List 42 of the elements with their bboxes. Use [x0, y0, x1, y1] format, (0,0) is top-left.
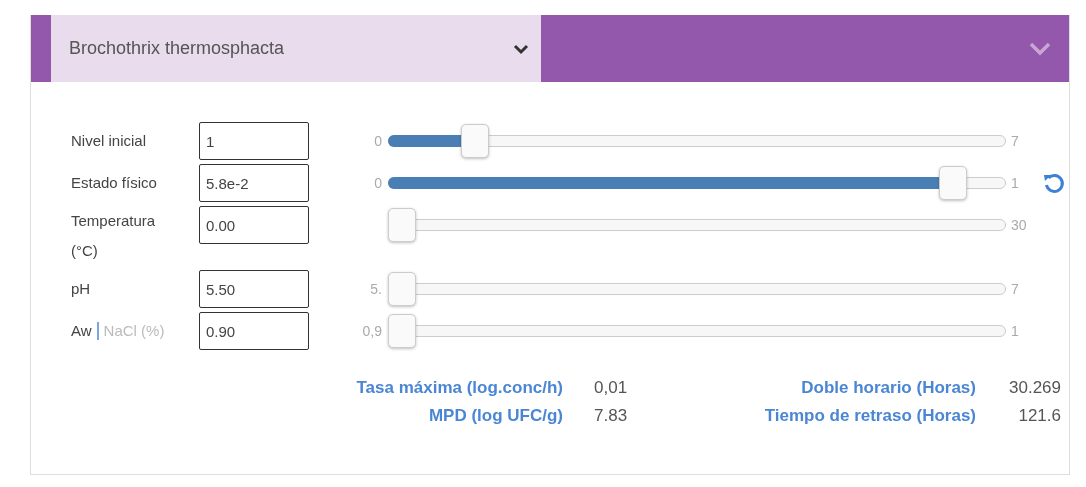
slider-thumb[interactable]: [939, 166, 968, 200]
slider-max-label: 7: [1011, 281, 1019, 297]
slider-min-label: 0: [374, 133, 382, 149]
chevron-down-icon[interactable]: [1029, 41, 1051, 56]
slider-min-label: 0,9: [362, 323, 382, 339]
slider[interactable]: [388, 272, 1006, 306]
input-field[interactable]: 5.8e-2: [199, 164, 309, 202]
slider-thumb[interactable]: [388, 314, 416, 348]
chevron-down-icon: [513, 42, 529, 55]
slider-max-label: 1: [1011, 323, 1019, 339]
field-label: Temperatura (°C): [71, 211, 157, 261]
input-field[interactable]: 0.00: [199, 206, 309, 244]
field-label: NaCl (%): [103, 321, 165, 341]
organism-select[interactable]: Brochothrix thermosphacta: [51, 15, 541, 82]
slider-max-label: 30: [1011, 217, 1027, 233]
result-label: Tasa máxima (log.conc/h): [355, 378, 563, 398]
slider-thumb[interactable]: [460, 124, 489, 158]
slider[interactable]: [388, 208, 1006, 242]
slider-max-label: 7: [1011, 133, 1019, 149]
result-label: Tiempo de retraso (Horas): [763, 406, 976, 426]
reset-icon[interactable]: [1042, 171, 1066, 195]
slider-thumb[interactable]: [388, 208, 416, 242]
slider[interactable]: [388, 166, 1006, 200]
field-label: Estado físico: [71, 173, 158, 193]
result-label: MPD (log UFC/g): [427, 406, 563, 426]
result-value: 7.83: [593, 406, 629, 426]
result-value: 121.6: [1017, 406, 1061, 426]
slider-max-label: 1: [1011, 175, 1019, 191]
field-label: Nivel inicial: [71, 131, 148, 151]
input-field[interactable]: 0.90: [199, 312, 309, 350]
result-value: 0,01: [593, 378, 629, 398]
result-label: Doble horario (Horas): [800, 378, 976, 398]
slider[interactable]: [388, 314, 1006, 348]
slider-min-label: 5.: [370, 281, 382, 297]
field-label: Aw: [71, 321, 92, 341]
input-field[interactable]: 5.50: [199, 270, 309, 308]
slider-min-label: 0: [374, 175, 382, 191]
slider-thumb[interactable]: [388, 272, 416, 306]
input-field[interactable]: 1: [199, 122, 309, 160]
result-value: 30.269: [1008, 378, 1061, 398]
field-label: pH: [71, 279, 92, 299]
slider[interactable]: [388, 124, 1006, 158]
